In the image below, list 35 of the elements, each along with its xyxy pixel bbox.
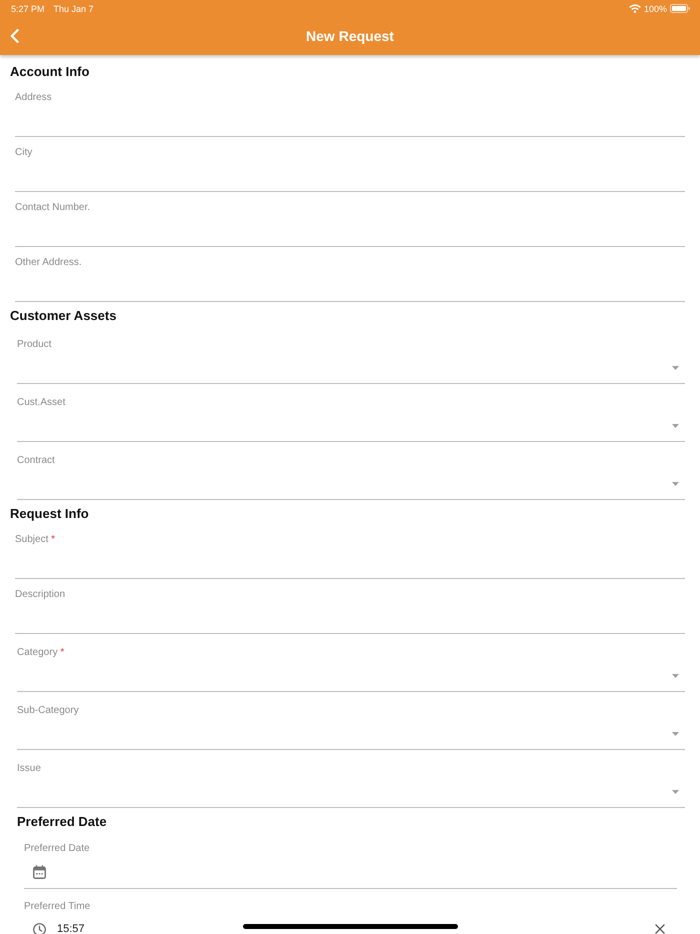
field-label: City [15,146,32,160]
caret-icon [672,790,679,794]
caret-icon [672,674,679,678]
caret-icon [672,424,679,428]
caret-icon [672,732,679,736]
caret-icon [672,482,679,486]
field-label: Subject * [15,533,56,547]
time-field[interactable]: 15:57 [57,922,644,934]
wifi-icon [628,4,641,13]
section-heading: Preferred Date [17,814,107,830]
field-label: Cust.Asset [17,396,66,410]
close-icon[interactable] [655,924,665,934]
calendar-icon [33,865,46,879]
battery-icon [670,4,690,13]
field-label: Contact Number. [15,201,90,215]
field-label: Preferred Date [24,842,90,856]
clock-icon [33,922,46,934]
field-label: Category * [17,646,64,660]
status-time: 5:27 PM [11,4,45,14]
caret-icon [672,366,679,370]
field-label: Description [15,588,66,602]
back-icon[interactable] [10,29,19,43]
field-label: Preferred Time [24,900,90,914]
section-heading: Request Info [10,506,89,522]
battery-percentage: 100% [644,4,667,14]
field-label: Contract [17,454,55,468]
section-heading: Customer Assets [10,308,116,324]
page-title: New Request [306,27,394,45]
field-label: Address [15,91,52,105]
field-label: Product [17,338,52,352]
field-label: Sub-Category [17,704,79,718]
field-label: Issue [17,762,41,776]
status-date: Thu Jan 7 [54,4,94,14]
section-heading: Account Info [10,64,90,80]
field-label: Other Address. [15,256,82,270]
